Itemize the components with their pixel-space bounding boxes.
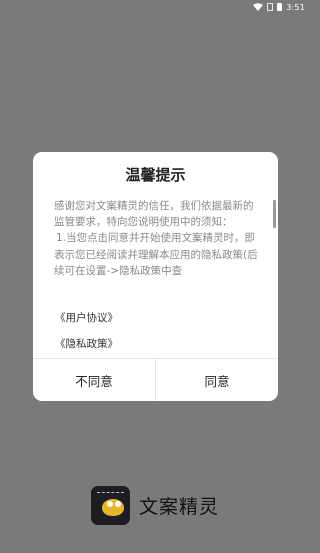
app-logo: [91, 486, 130, 525]
wifi-icon: [253, 3, 264, 11]
dialog-body: 感谢您对文案精灵的信任，我们依据最新的监管要求，特向您说明使用中的须知： 1.当…: [54, 198, 260, 279]
notice-paragraph-2: 1.当您点击同意并开始使用文案精灵时，即表示您已经阅读并理解本应用的隐私政策(后…: [54, 232, 258, 277]
dialog-button-row: 不同意 同意: [33, 358, 278, 401]
agree-button[interactable]: 同意: [155, 359, 278, 401]
privacy-policy-link[interactable]: 《隐私政策》: [55, 336, 118, 351]
sim-icon: [267, 3, 274, 11]
dialog-title: 温馨提示: [125, 166, 186, 184]
battery-icon: [277, 3, 283, 11]
user-agreement-link[interactable]: 《用户协议》: [55, 310, 118, 325]
splash-brand: 文案精灵: [91, 486, 219, 525]
app-name: 文案精灵: [139, 496, 220, 518]
privacy-dialog: 温馨提示 感谢您对文案精灵的信任，我们依据最新的监管要求，特向您说明使用中的须知…: [33, 152, 278, 401]
disagree-button[interactable]: 不同意: [33, 359, 155, 401]
status-bar: 3:51: [0, 0, 311, 14]
notice-paragraph-1: 感谢您对文案精灵的信任，我们依据最新的监管要求，特向您说明使用中的须知：: [54, 200, 254, 229]
status-time: 3:51: [286, 2, 305, 12]
dialog-scrollbar[interactable]: [273, 200, 276, 228]
